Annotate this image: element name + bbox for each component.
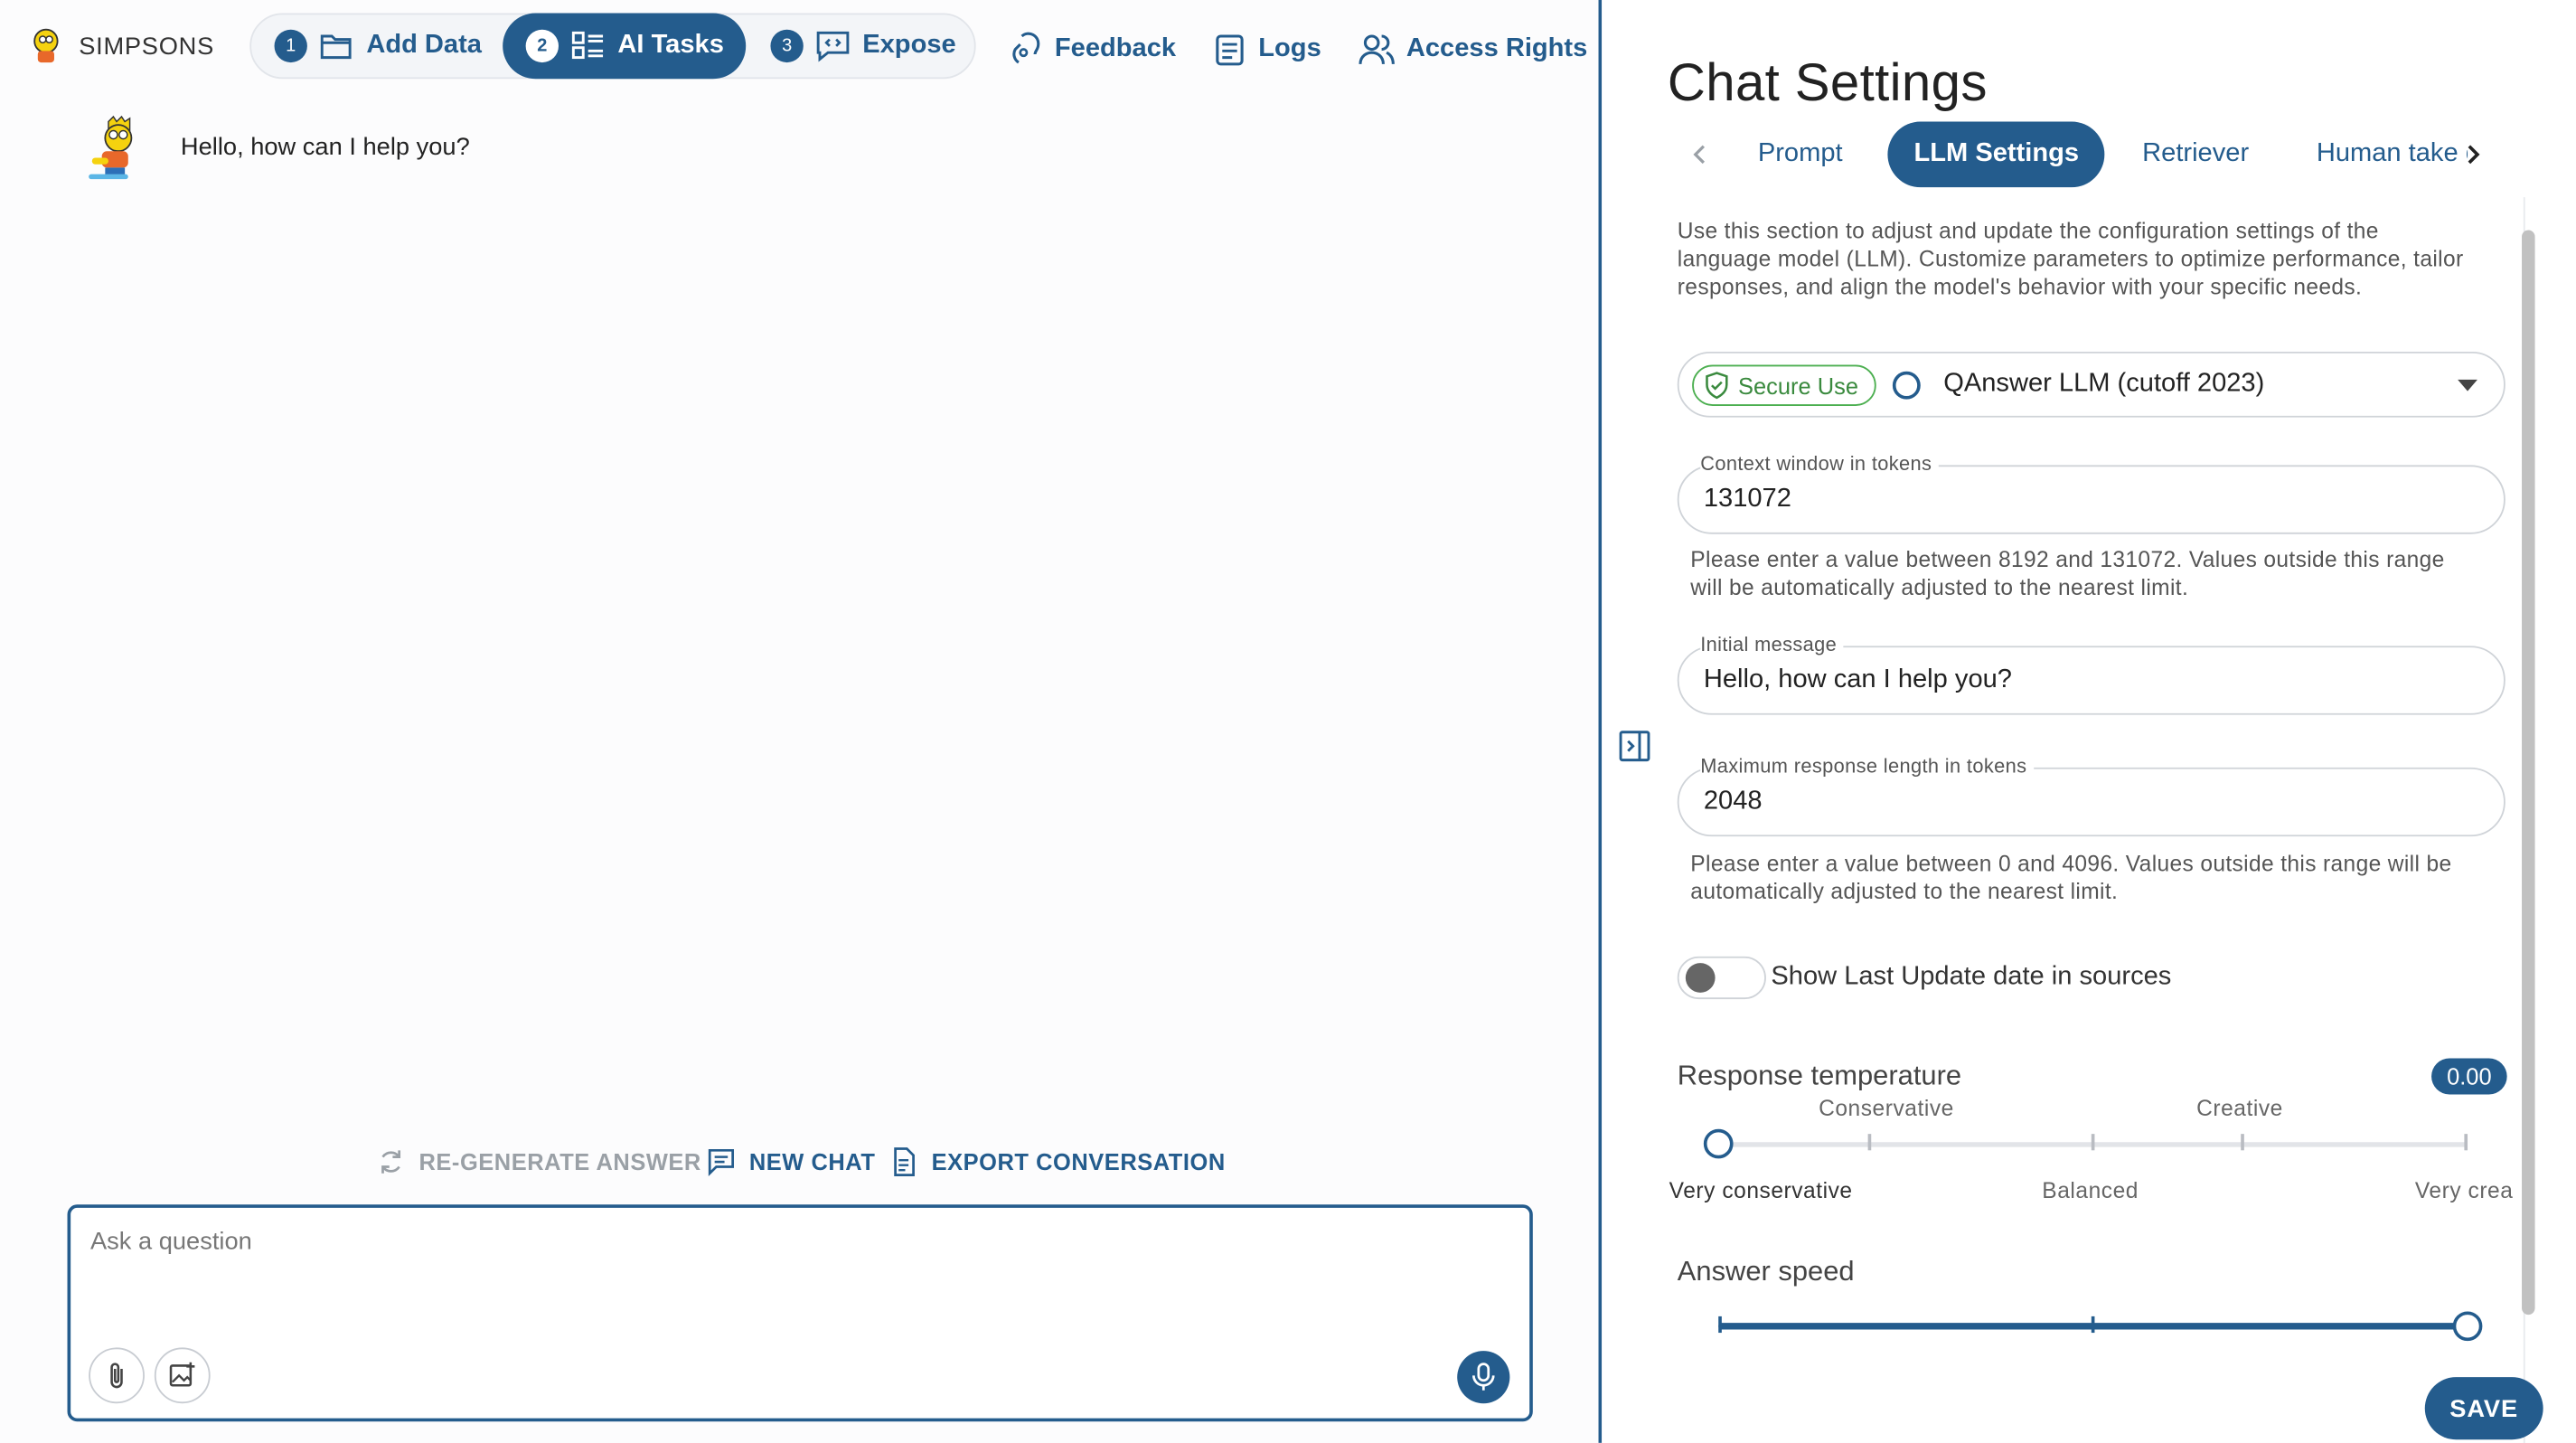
- context-window-input[interactable]: [1703, 485, 2477, 514]
- shield-check-icon: [1706, 372, 1728, 400]
- scrollbar[interactable]: [2522, 230, 2535, 1316]
- model-select[interactable]: Secure Use QAnswer LLM (cutoff 2023): [1677, 351, 2505, 418]
- answer-speed-slider[interactable]: [1718, 1310, 2483, 1343]
- tab-human-takeover[interactable]: Human take o: [2317, 122, 2468, 188]
- feedback-icon: [1012, 32, 1040, 64]
- step-label: Add Data: [366, 31, 482, 60]
- collapse-panel-icon[interactable]: [1618, 730, 1650, 762]
- document-icon: [894, 1147, 915, 1176]
- chat-settings-panel: Chat Settings Prompt LLM Settings Retrie…: [1602, 0, 2576, 1443]
- temperature-mark-balanced: Balanced: [2042, 1178, 2139, 1203]
- temperature-slider-thumb[interactable]: [1703, 1128, 1734, 1159]
- max-response-helper: Please enter a value between 0 and 4096.…: [1690, 851, 2452, 904]
- tasks-icon: [571, 31, 604, 60]
- export-label: EXPORT CONVERSATION: [931, 1148, 1226, 1175]
- microphone-button[interactable]: [1457, 1351, 1510, 1404]
- logs-icon: [1216, 34, 1244, 66]
- context-window-box: [1677, 465, 2505, 534]
- section-description: Use this section to adjust and update th…: [1677, 218, 2464, 299]
- temperature-mark-very-creative: Very crea: [2414, 1178, 2514, 1203]
- temperature-value-badge: 0.00: [2431, 1058, 2507, 1095]
- secure-use-chip: Secure Use: [1692, 364, 1876, 406]
- attach-image-button[interactable]: [154, 1347, 211, 1404]
- save-button[interactable]: SAVE: [2424, 1377, 2543, 1440]
- context-window-helper: Please enter a value between 8192 and 13…: [1690, 547, 2445, 600]
- chevron-right-icon[interactable]: [2456, 138, 2488, 171]
- export-conversation-button[interactable]: EXPORT CONVERSATION: [888, 1146, 1225, 1178]
- chat-icon: [708, 1148, 735, 1177]
- slider-tick: [1867, 1134, 1872, 1151]
- initial-message-box: [1677, 646, 2505, 715]
- step-number: 3: [770, 29, 804, 63]
- question-input[interactable]: [89, 1227, 1471, 1326]
- slider-track: [1718, 1323, 2468, 1330]
- max-response-box: [1677, 767, 2505, 837]
- panel-title: Chat Settings: [1667, 52, 1988, 112]
- temperature-mark-conservative: Conservative: [1819, 1096, 1954, 1121]
- add-image-icon: [169, 1362, 195, 1387]
- tab-llm-settings[interactable]: LLM Settings: [1887, 121, 2106, 188]
- logs-label: Logs: [1258, 34, 1321, 63]
- step-ai-tasks[interactable]: 2 AI Tasks: [503, 13, 747, 80]
- refresh-icon: [381, 1150, 401, 1174]
- secure-use-label: Secure Use: [1738, 372, 1858, 399]
- regenerate-label: RE-GENERATE ANSWER: [418, 1148, 701, 1175]
- chevron-left-icon[interactable]: [1684, 138, 1716, 171]
- microphone-icon: [1472, 1363, 1495, 1391]
- step-expose[interactable]: 3 Expose: [770, 14, 956, 77]
- initial-message-label: Initial message: [1700, 632, 1844, 656]
- step-add-data[interactable]: 1 Add Data: [274, 14, 482, 77]
- tab-prompt[interactable]: Prompt: [1758, 122, 1843, 188]
- temperature-label: Response temperature: [1677, 1060, 1962, 1091]
- last-update-toggle[interactable]: [1677, 956, 1766, 1000]
- slider-tick: [2464, 1134, 2468, 1151]
- settings-scroll-area[interactable]: Use this section to adjust and update th…: [1668, 197, 2525, 1443]
- workflow-stepper: 1 Add Data 2 AI Tasks 3 Expose: [249, 13, 976, 80]
- users-icon: [1359, 34, 1395, 65]
- bot-avatar: [89, 115, 133, 180]
- slider-tick: [2241, 1134, 2244, 1151]
- settings-tabs: Prompt LLM Settings Retriever Human take…: [1668, 121, 2555, 188]
- max-response-label: Maximum response length in tokens: [1700, 754, 2034, 778]
- last-update-toggle-label: Show Last Update date in sources: [1771, 963, 2172, 992]
- max-response-input[interactable]: [1703, 787, 2477, 817]
- chat-pane: SIMPSONS 1 Add Data 2 AI Tasks 3 Expose …: [0, 0, 1601, 1443]
- step-label: AI Tasks: [617, 31, 724, 60]
- model-name: QAnswer LLM (cutoff 2023): [1943, 369, 2265, 398]
- regenerate-button[interactable]: RE-GENERATE ANSWER: [376, 1146, 701, 1178]
- new-chat-button[interactable]: NEW CHAT: [707, 1146, 876, 1178]
- feedback-link[interactable]: Feedback: [1009, 26, 1176, 72]
- slider-tick: [2091, 1134, 2095, 1151]
- folder-icon: [320, 34, 352, 60]
- bot-message: Hello, how can I help you?: [180, 133, 470, 162]
- attach-file-button[interactable]: [89, 1347, 145, 1404]
- step-number: 2: [525, 29, 559, 63]
- step-label: Expose: [862, 31, 956, 60]
- paperclip-icon: [110, 1363, 123, 1389]
- logs-link[interactable]: Logs: [1212, 26, 1321, 72]
- new-chat-label: NEW CHAT: [748, 1148, 876, 1175]
- tab-retriever[interactable]: Retriever: [2142, 122, 2249, 188]
- access-rights-label: Access Rights: [1406, 34, 1588, 63]
- temperature-mark-very-conservative: Very conservative: [1669, 1178, 1853, 1203]
- code-chat-icon: [816, 31, 850, 62]
- feedback-label: Feedback: [1054, 34, 1177, 63]
- toggle-knob: [1685, 963, 1716, 993]
- access-rights-link[interactable]: Access Rights: [1357, 26, 1587, 72]
- answer-speed-label: Answer speed: [1677, 1255, 1855, 1287]
- simpsons-logo-icon: [33, 28, 59, 63]
- initial-message-input[interactable]: [1703, 665, 2477, 695]
- chat-composer: [67, 1204, 1533, 1422]
- brand-name: SIMPSONS: [79, 32, 214, 61]
- temperature-mark-creative: Creative: [2196, 1096, 2283, 1121]
- step-number: 1: [274, 29, 307, 63]
- model-status-icon: [1892, 371, 1921, 400]
- brand[interactable]: SIMPSONS: [26, 26, 214, 66]
- answer-speed-slider-thumb[interactable]: [2452, 1311, 2483, 1342]
- dropdown-arrow-icon: [2458, 379, 2477, 391]
- context-window-label: Context window in tokens: [1700, 451, 1939, 476]
- temperature-slider[interactable]: [1703, 1127, 2468, 1160]
